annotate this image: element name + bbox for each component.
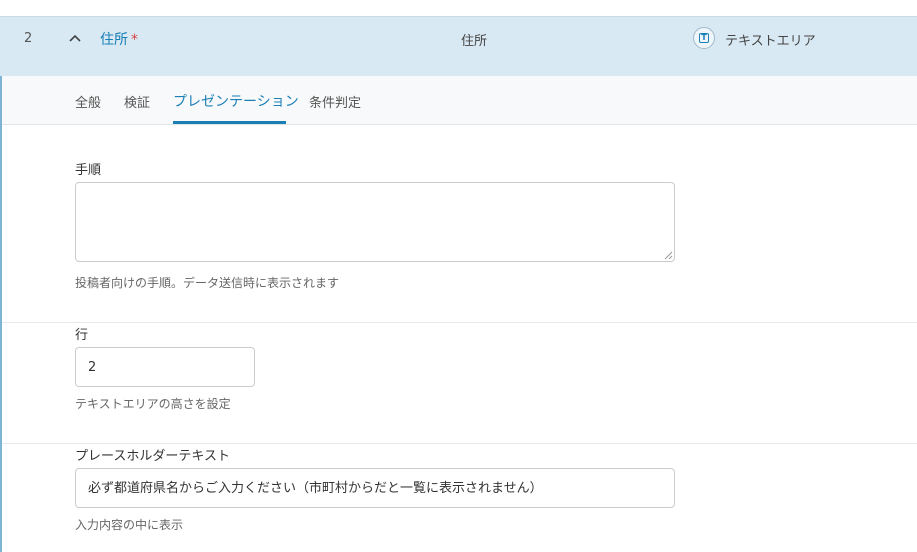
top-spacer bbox=[0, 0, 917, 16]
field-name[interactable]: 住所 * bbox=[100, 29, 138, 49]
field-detail-panel: 全般 検証 プレゼンテーション 条件判定 手順 投稿者向けの手順。データ送信時に… bbox=[0, 76, 917, 552]
rows-help: テキストエリアの高さを設定 bbox=[75, 397, 231, 411]
field-row-header[interactable]: 2 住所 * 住所 T テキストエリア bbox=[0, 16, 917, 76]
divider bbox=[2, 443, 917, 444]
chevron-up-icon[interactable] bbox=[68, 31, 82, 45]
rows-input-value: 2 bbox=[88, 360, 97, 375]
placeholder-input[interactable]: 必ず都道府県名からご入力ください（市町村からだと一覧に表示されません） bbox=[75, 468, 675, 508]
tab-validation[interactable]: 検証 bbox=[124, 92, 150, 111]
placeholder-help: 入力内容の中に表示 bbox=[75, 518, 184, 532]
tabs-bar: 全般 検証 プレゼンテーション 条件判定 bbox=[2, 76, 917, 125]
instructions-help: 投稿者向けの手順。データ送信時に表示されます bbox=[75, 276, 340, 290]
rows-input[interactable]: 2 bbox=[75, 347, 255, 387]
field-name-text: 住所 bbox=[100, 32, 128, 48]
field-label: 住所 bbox=[461, 34, 488, 49]
active-tab-indicator bbox=[173, 121, 286, 124]
divider bbox=[2, 322, 917, 323]
textarea-icon: T bbox=[693, 27, 715, 49]
row-index: 2 bbox=[24, 31, 33, 46]
tab-general[interactable]: 全般 bbox=[75, 92, 101, 111]
instructions-textarea[interactable] bbox=[75, 182, 675, 262]
required-mark: * bbox=[131, 32, 138, 48]
placeholder-input-value: 必ず都道府県名からご入力ください（市町村からだと一覧に表示されません） bbox=[88, 481, 543, 496]
resize-grip-icon[interactable] bbox=[664, 251, 673, 260]
field-type-label: テキストエリア bbox=[725, 34, 816, 49]
page: 2 住所 * 住所 T テキストエリア 全般 検証 プレゼンテーション 条件判定 … bbox=[0, 0, 917, 552]
placeholder-label: プレースホルダーテキスト bbox=[75, 449, 230, 464]
tab-conditions[interactable]: 条件判定 bbox=[309, 92, 361, 111]
rows-label: 行 bbox=[75, 328, 89, 343]
instructions-label: 手順 bbox=[75, 163, 102, 178]
tab-presentation[interactable]: プレゼンテーション bbox=[173, 91, 299, 111]
